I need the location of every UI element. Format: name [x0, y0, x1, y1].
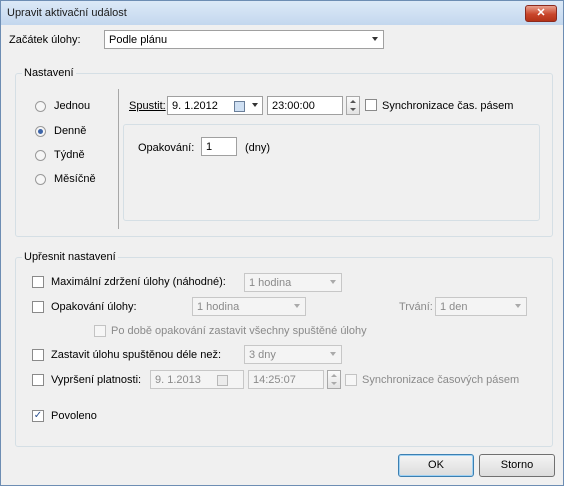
stop-after-checkbox[interactable] [32, 349, 44, 361]
repeat-label: Opakování: [138, 142, 195, 154]
stop-at-end-checkbox[interactable] [94, 325, 106, 337]
start-date-value: 9. 1.2012 [172, 100, 218, 112]
calendar-icon[interactable] [217, 375, 228, 386]
expire-sync-label: Synchronizace časových pásem [362, 374, 520, 386]
max-delay-select[interactable]: 1 hodina [244, 273, 342, 292]
start-time-spinner[interactable] [346, 96, 360, 115]
duration-value: 1 den [440, 301, 468, 313]
max-delay-value: 1 hodina [249, 277, 292, 289]
radio-once-label: Jednou [54, 100, 91, 112]
start-time-value: 23:00:00 [272, 100, 315, 112]
chevron-down-icon [294, 304, 300, 308]
stop-after-label: Zastavit úlohu spuštěnou déle než: [51, 349, 222, 361]
max-delay-label: Maximální zdržení úlohy (náhodné): [51, 276, 226, 288]
chevron-down-icon [330, 352, 336, 356]
enabled-checkbox[interactable]: ✓ [32, 410, 44, 422]
radio-weekly[interactable] [35, 150, 46, 161]
expire-sync-checkbox[interactable] [345, 374, 357, 386]
stop-after-value: 3 dny [249, 349, 276, 361]
repeat-task-label: Opakování úlohy: [51, 301, 137, 313]
trigger-select[interactable]: Podle plánu [104, 30, 384, 49]
ok-button[interactable]: OK [398, 454, 474, 477]
close-icon[interactable]: ✕ [525, 5, 557, 22]
expire-date-field[interactable]: 9. 1.2013 [150, 370, 244, 389]
max-delay-checkbox[interactable] [32, 276, 44, 288]
cancel-button[interactable]: Storno [479, 454, 555, 477]
expire-time-field[interactable]: 14:25:07 [248, 370, 324, 389]
repeat-task-value: 1 hodina [197, 301, 240, 313]
repeat-task-select[interactable]: 1 hodina [192, 297, 306, 316]
repeat-input[interactable]: 1 [201, 137, 237, 156]
start-time-field[interactable]: 23:00:00 [267, 96, 343, 115]
radio-daily-label: Denně [54, 125, 87, 137]
chevron-down-icon [372, 37, 378, 41]
window-title: Upravit aktivační událost [7, 7, 127, 19]
radio-daily[interactable] [35, 126, 46, 137]
radio-weekly-label: Týdně [54, 149, 85, 161]
enabled-label: Povoleno [51, 410, 97, 422]
duration-label: Trvání: [399, 301, 433, 313]
radio-monthly[interactable] [35, 174, 46, 185]
expire-checkbox[interactable] [32, 374, 44, 386]
trigger-label: Začátek úlohy: [9, 34, 81, 46]
settings-separator [118, 89, 119, 229]
start-date-field[interactable]: 9. 1.2012 [167, 96, 263, 115]
sync-timezones-label: Synchronizace čas. pásem [382, 100, 514, 112]
trigger-value: Podle plánu [109, 34, 168, 46]
expire-time-spinner[interactable] [327, 370, 341, 389]
chevron-down-icon [252, 103, 258, 107]
repeat-value: 1 [206, 141, 213, 153]
repeat-panel [123, 124, 540, 221]
radio-monthly-label: Měsíčně [54, 173, 96, 185]
repeat-task-checkbox[interactable] [32, 301, 44, 313]
title-bar[interactable]: Upravit aktivační událost ✕ [1, 1, 563, 25]
expire-date-value: 9. 1.2013 [155, 374, 201, 386]
chevron-down-icon [515, 304, 521, 308]
expire-label: Vypršení platnosti: [51, 374, 142, 386]
radio-once[interactable] [35, 101, 46, 112]
settings-group-label: Nastavení [22, 67, 76, 79]
expire-time-value: 14:25:07 [253, 374, 296, 386]
duration-select[interactable]: 1 den [435, 297, 527, 316]
sync-timezones-checkbox[interactable] [365, 99, 377, 111]
advanced-group-label: Upřesnit nastavení [22, 251, 118, 263]
chevron-down-icon [330, 280, 336, 284]
dialog-body: Začátek úlohy: Podle plánu Nastavení Jed… [6, 25, 558, 480]
stop-at-end-label: Po době opakování zastavit všechny spušt… [111, 325, 367, 337]
repeat-unit: (dny) [245, 142, 271, 154]
stop-after-select[interactable]: 3 dny [244, 345, 342, 364]
calendar-icon[interactable] [234, 101, 245, 112]
edit-trigger-dialog: Upravit aktivační událost ✕ Začátek úloh… [0, 0, 564, 486]
start-label: Spustit: [129, 100, 166, 112]
